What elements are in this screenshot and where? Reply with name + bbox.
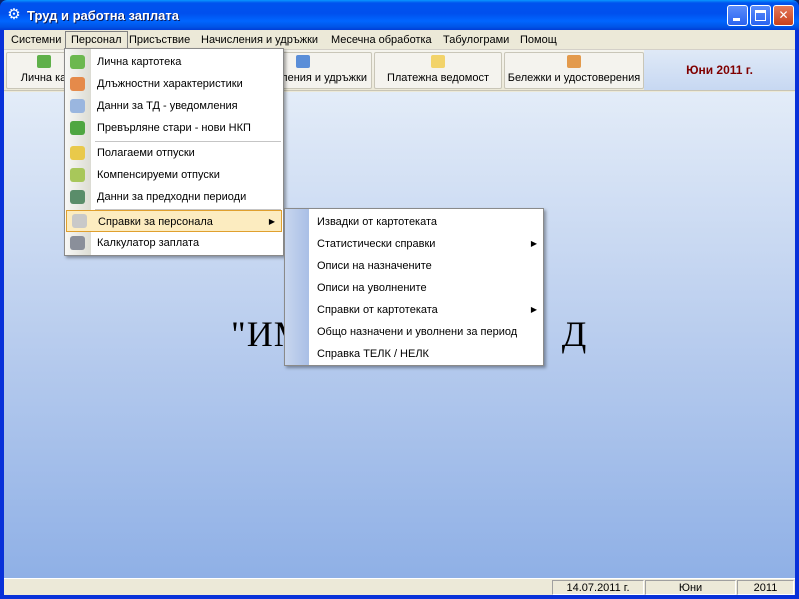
minimize-icon [733, 18, 740, 21]
menu-item-label: Извадки от картотеката [317, 216, 438, 228]
menu-item-salary-calculator[interactable]: Калкулатор заплата [65, 232, 283, 254]
reports-submenu: Извадки от картотеката Статистически спр… [284, 208, 544, 366]
menu-item-compensated-leave[interactable]: Компенсируеми отпуски [65, 164, 283, 186]
menu-item-label: Данни за ТД - уведомления [97, 100, 238, 112]
menu-item-label: Длъжностни характеристики [97, 78, 243, 90]
menu-item-personal-file[interactable]: Лична картотека [65, 51, 283, 73]
document-icon [431, 55, 445, 68]
company-name-end: Д [561, 314, 588, 354]
menu-item-label: Калкулатор заплата [97, 237, 200, 249]
certificate-icon [567, 55, 581, 68]
toolbar-certificates-button[interactable]: Бележки и удостоверения [504, 52, 644, 89]
toolbar-label: Платежна ведомост [386, 72, 490, 84]
gear-icon[interactable]: ⚙ [6, 7, 22, 23]
history-icon [70, 190, 85, 204]
menu-bar: Системни Персонал Присъствие Начисления … [4, 30, 795, 50]
maximize-button[interactable] [750, 5, 771, 26]
menu-item-label: Превърляне стари - нови НКП [97, 122, 251, 134]
menu-item-hired-dismissed-period[interactable]: Общо назначени и уволнени за период [285, 321, 543, 343]
person-card-icon [70, 55, 85, 69]
menu-item-label: Данни за предходни периоди [97, 191, 247, 203]
menu-item-job-descriptions[interactable]: Длъжностни характеристики [65, 73, 283, 95]
notification-icon [70, 99, 85, 113]
menu-personnel[interactable]: Персонал [65, 31, 128, 49]
menu-item-label: Справки за персонала [98, 216, 213, 228]
menu-help[interactable]: Помощ [515, 31, 562, 49]
compensation-icon [70, 168, 85, 182]
status-bar: 14.07.2011 г. Юни 2011 [4, 578, 795, 595]
calculator-icon [296, 55, 310, 68]
menu-item-label: Полагаеми отпуски [97, 147, 195, 159]
maximize-icon [755, 10, 766, 21]
menu-item-telk-report[interactable]: Справка ТЕЛК / НЕЛК [285, 343, 543, 365]
personnel-menu: Лична картотека Длъжностни характеристик… [64, 48, 284, 256]
report-icon [72, 214, 87, 228]
menu-item-notifications[interactable]: Данни за ТД - уведомления [65, 95, 283, 117]
menu-item-label: Справки от картотеката [317, 304, 438, 316]
menu-item-label: Лична картотека [97, 56, 182, 68]
menu-item-label: Описи на назначените [317, 260, 432, 272]
menu-item-hired-lists[interactable]: Описи на назначените [285, 255, 543, 277]
menu-item-statistical-reports[interactable]: Статистически справки ▶ [285, 233, 543, 255]
app-window: ⚙ Труд и работна заплата ✕ Системни Перс… [0, 0, 799, 599]
menu-item-label: Описи на уволнените [317, 282, 427, 294]
status-date: 14.07.2011 г. [552, 580, 644, 595]
menu-item-previous-periods[interactable]: Данни за предходни периоди [65, 186, 283, 208]
menu-accruals[interactable]: Начисления и удръжки [196, 31, 323, 49]
calculator-icon [70, 236, 85, 250]
minimize-button[interactable] [727, 5, 748, 26]
menu-attendance[interactable]: Присъствие [124, 31, 195, 49]
person-role-icon [70, 77, 85, 91]
menu-item-due-leave[interactable]: Полагаеми отпуски [65, 142, 283, 164]
menu-item-dismissed-lists[interactable]: Описи на уволнените [285, 277, 543, 299]
title-bar[interactable]: ⚙ Труд и работна заплата ✕ [0, 0, 799, 30]
close-button[interactable]: ✕ [773, 5, 794, 26]
menu-item-personnel-reports[interactable]: Справки за персонала ▶ [66, 210, 282, 232]
toolbar-label: ления и удръжки [281, 72, 367, 84]
menu-item-label: Статистически справки [317, 238, 436, 250]
window-title: Труд и работна заплата [27, 8, 179, 23]
current-period: Юни 2011 г. [644, 50, 795, 90]
toolbar-payroll-button[interactable]: Платежна ведомост [374, 52, 502, 89]
status-year: 2011 [737, 580, 794, 595]
menu-item-file-reports[interactable]: Справки от картотеката ▶ [285, 299, 543, 321]
person-icon [36, 55, 51, 68]
submenu-arrow-icon: ▶ [530, 305, 537, 314]
close-icon: ✕ [778, 8, 789, 22]
submenu-arrow-icon: ▶ [530, 239, 537, 248]
menu-system[interactable]: Системни [6, 31, 66, 49]
status-month: Юни [645, 580, 736, 595]
menu-item-label: Общо назначени и уволнени за период [317, 326, 518, 338]
menu-monthly-processing[interactable]: Месечна обработка [326, 31, 437, 49]
leave-icon [70, 146, 85, 160]
menu-item-file-extracts[interactable]: Извадки от картотеката [285, 211, 543, 233]
menu-item-label: Справка ТЕЛК / НЕЛК [317, 348, 429, 360]
menu-tabulograms[interactable]: Табулограми [438, 31, 514, 49]
menu-item-nkp-transfer[interactable]: Превърляне стари - нови НКП [65, 117, 283, 139]
transfer-icon [70, 121, 85, 135]
toolbar-label: Бележки и удостоверения [507, 72, 641, 84]
menu-item-label: Компенсируеми отпуски [97, 169, 220, 181]
submenu-arrow-icon: ▶ [268, 217, 275, 226]
